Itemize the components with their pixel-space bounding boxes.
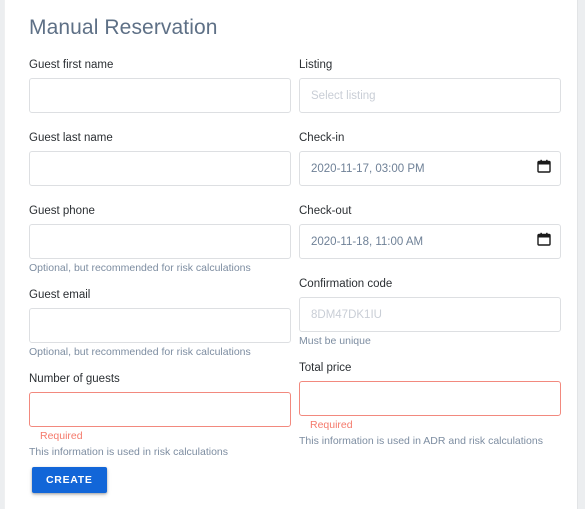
- check-out-input[interactable]: [299, 224, 561, 259]
- total-price-error: Required: [310, 419, 353, 431]
- form-column-left: Guest first name Guest last name Guest pho…: [29, 58, 291, 473]
- field-check-out: Check-out: [299, 204, 561, 259]
- check-in-label: Check-in: [299, 132, 345, 144]
- confirmation-code-input[interactable]: [299, 297, 561, 332]
- number-of-guests-input[interactable]: [29, 392, 291, 427]
- number-of-guests-label: Number of guests: [29, 373, 120, 385]
- guest-last-name-input[interactable]: [29, 151, 291, 186]
- guest-email-help: Optional, but recommended for risk calcu…: [29, 346, 251, 358]
- manual-reservation-card: Manual Reservation Guest first name Guest…: [4, 0, 578, 509]
- guest-phone-input[interactable]: [29, 224, 291, 259]
- guest-first-name-label: Guest first name: [29, 59, 114, 71]
- guest-phone-label: Guest phone: [29, 205, 95, 217]
- check-in-input[interactable]: [299, 151, 561, 186]
- guest-last-name-label: Guest last name: [29, 132, 113, 144]
- listing-input[interactable]: [299, 78, 561, 113]
- create-button[interactable]: CREATE: [32, 467, 107, 493]
- total-price-help: This information is used in ADR and risk…: [299, 435, 543, 447]
- number-of-guests-error: Required: [40, 430, 83, 442]
- field-guest-email: Guest email Optional, but recommended for…: [29, 288, 291, 359]
- total-price-label: Total price: [299, 362, 352, 374]
- confirmation-code-help: Must be unique: [299, 335, 371, 347]
- confirmation-code-label: Confirmation code: [299, 278, 393, 290]
- guest-email-label: Guest email: [29, 289, 91, 301]
- field-number-of-guests: Number of guests Required This information…: [29, 372, 291, 459]
- check-out-label: Check-out: [299, 205, 352, 217]
- field-guest-first-name: Guest first name: [29, 58, 291, 113]
- field-check-in: Check-in: [299, 131, 561, 186]
- guest-email-input[interactable]: [29, 308, 291, 343]
- listing-label: Listing: [299, 59, 333, 71]
- total-price-input[interactable]: [299, 381, 561, 416]
- page-title: Manual Reservation: [29, 16, 218, 39]
- field-guest-last-name: Guest last name: [29, 131, 291, 186]
- number-of-guests-help: This information is used in risk calcula…: [29, 446, 228, 458]
- field-confirmation-code: Confirmation code Must be unique: [299, 277, 561, 348]
- field-guest-phone: Guest phone Optional, but recommended for…: [29, 204, 291, 275]
- guest-phone-help: Optional, but recommended for risk calcu…: [29, 262, 251, 274]
- guest-first-name-input[interactable]: [29, 78, 291, 113]
- page-root: Manual Reservation Guest first name Guest…: [0, 0, 585, 509]
- field-total-price: Total price Required This information is u…: [299, 361, 561, 448]
- form-column-right: Listing Check-in Check-out Confirmation cod…: [299, 58, 561, 462]
- field-listing: Listing: [299, 58, 561, 113]
